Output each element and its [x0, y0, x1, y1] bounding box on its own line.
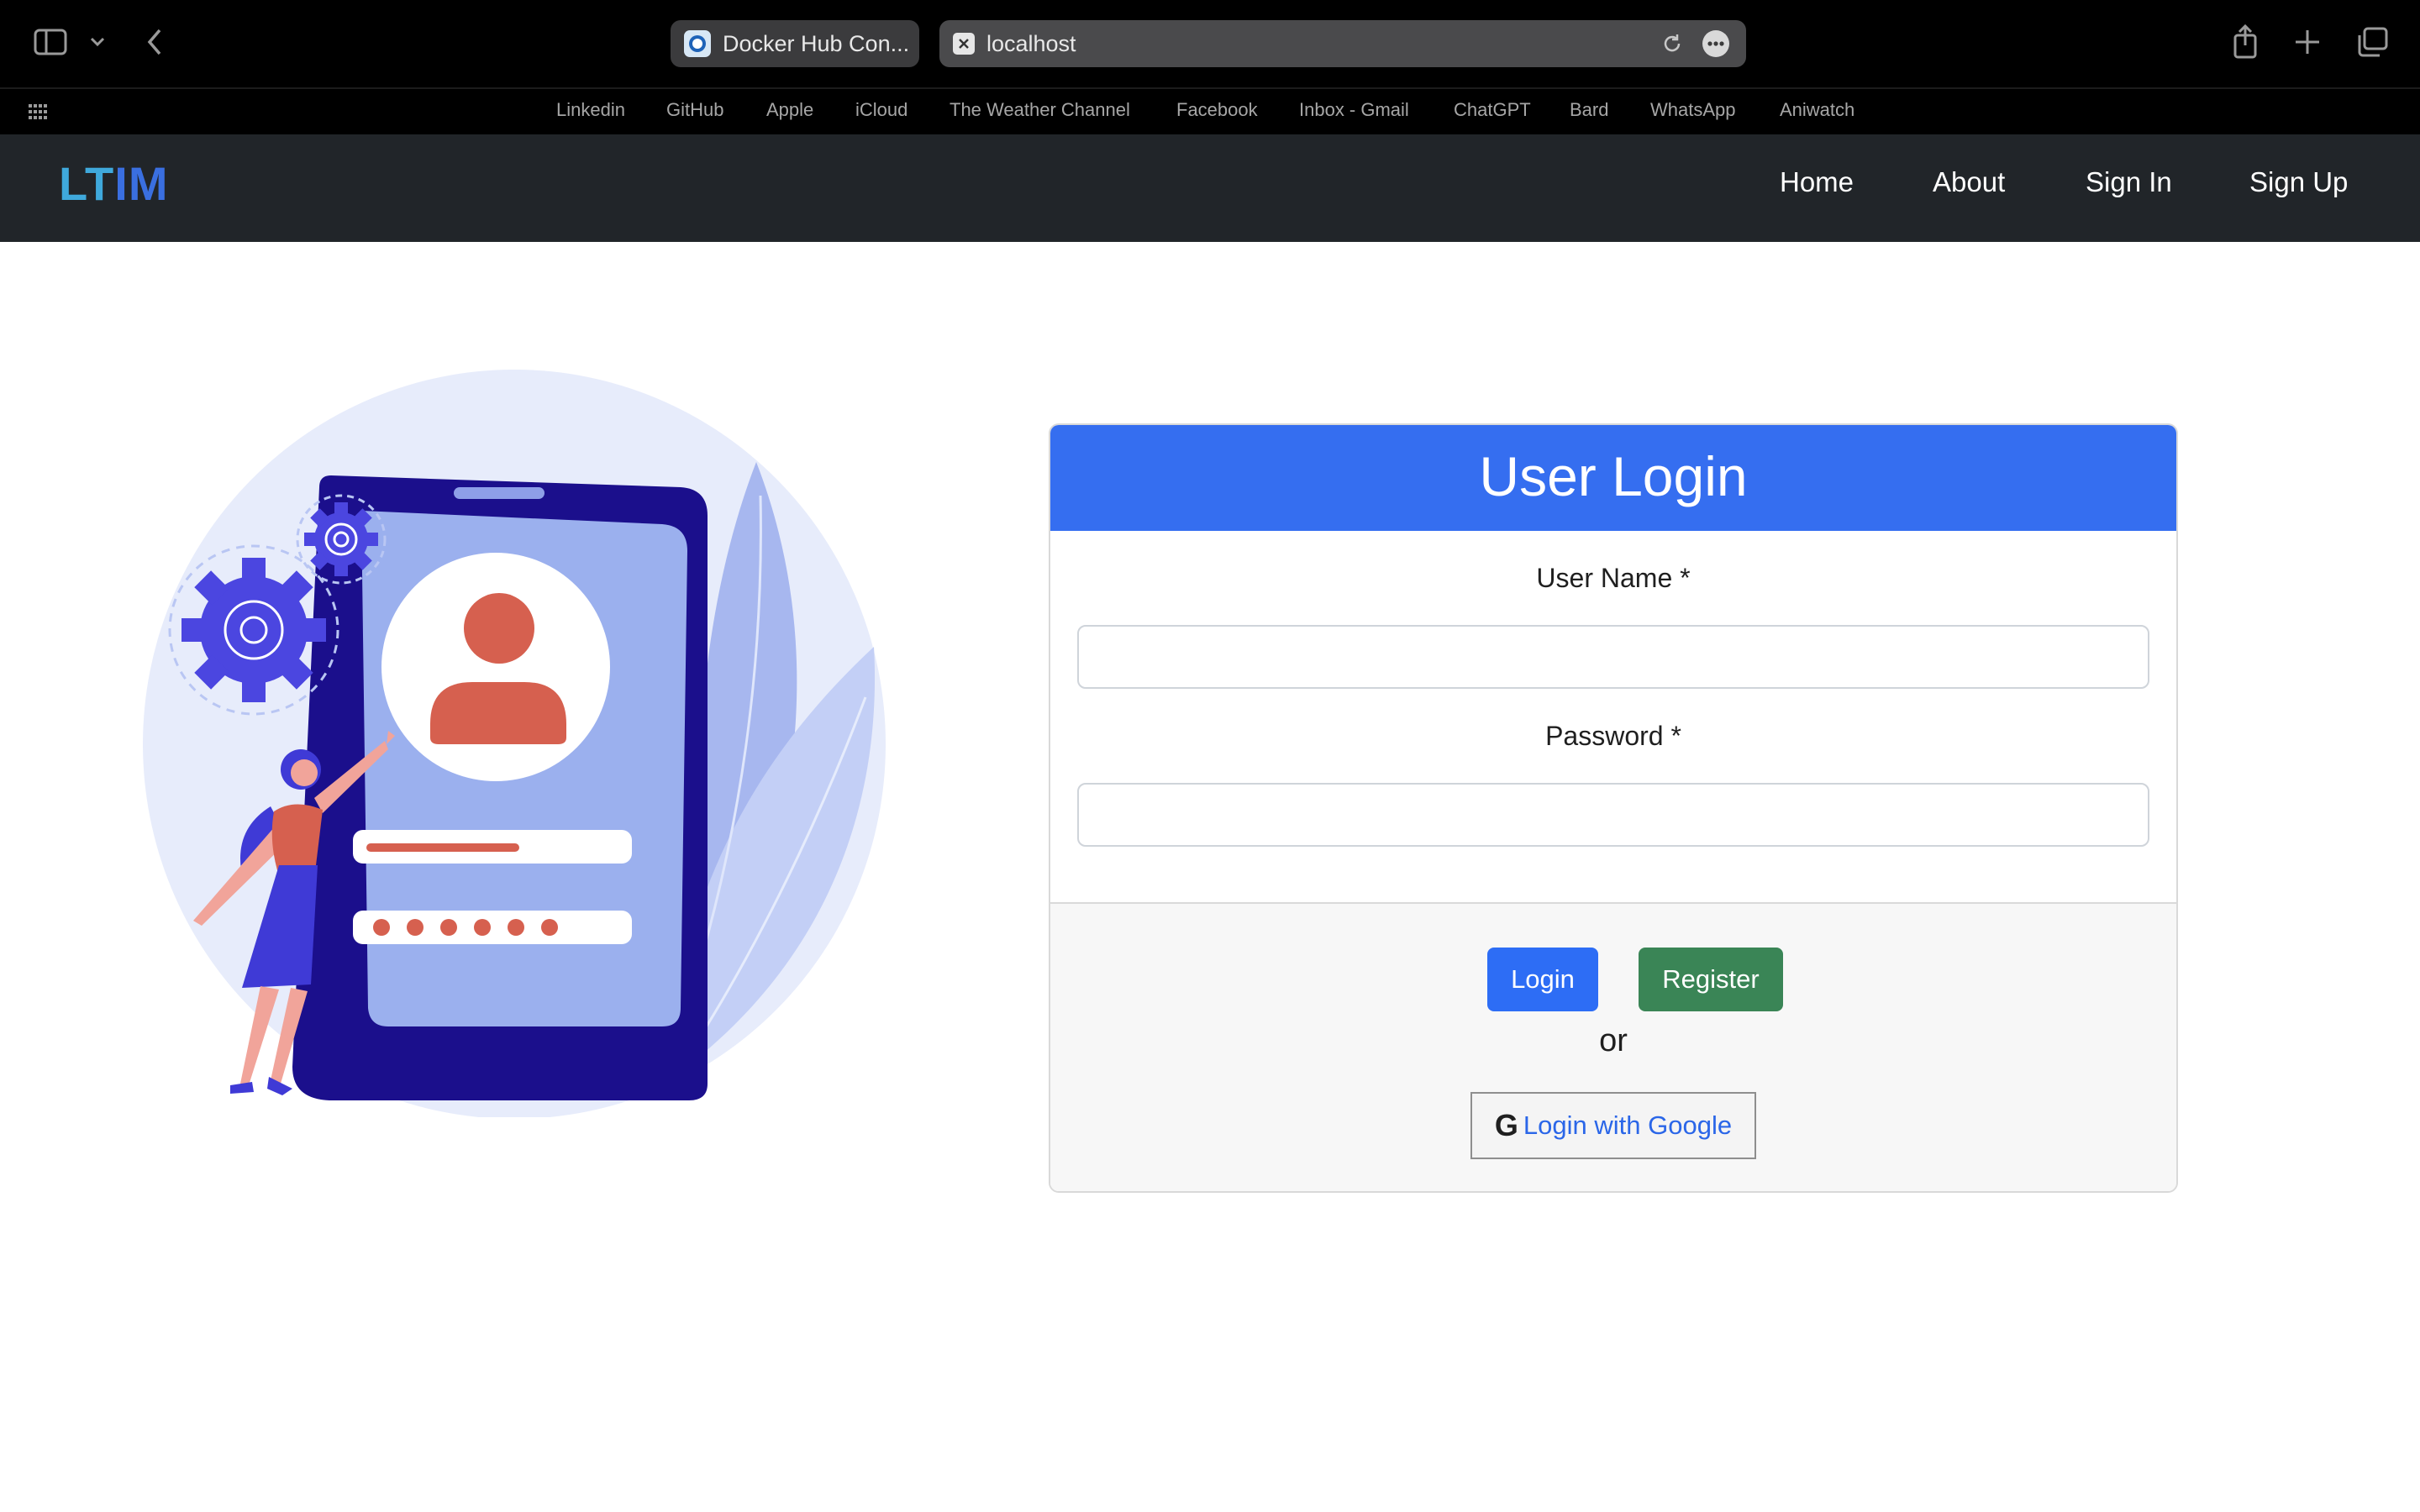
sidebar-icon[interactable]: [34, 29, 67, 55]
tab-docker-hub[interactable]: Docker Hub Con...: [671, 20, 919, 67]
login-illustration: [143, 361, 899, 1119]
brand-part-1: LT: [59, 157, 115, 210]
share-icon[interactable]: [2232, 24, 2259, 59]
or-separator: or: [1599, 1023, 1628, 1058]
register-button[interactable]: Register: [1639, 948, 1783, 1011]
bookmark-facebook[interactable]: Facebook: [1176, 99, 1258, 121]
more-icon[interactable]: [1701, 29, 1731, 59]
username-label: User Name *: [1536, 563, 1691, 593]
nav-sign-up[interactable]: Sign Up: [2249, 166, 2348, 198]
login-card-footer: Login Register or G Login with Google: [1050, 902, 2176, 1191]
site-navbar: LTIM Home About Sign In Sign Up: [0, 134, 2420, 242]
google-login-button[interactable]: G Login with Google: [1470, 1092, 1756, 1159]
username-input[interactable]: [1077, 625, 2149, 689]
brand-part-2: IM: [114, 157, 169, 210]
password-input[interactable]: [1077, 783, 2149, 847]
tab-label: localhost: [986, 30, 1076, 56]
bookmark-github[interactable]: GitHub: [666, 99, 723, 121]
bookmark-weather-channel[interactable]: The Weather Channel: [950, 99, 1130, 121]
nav-about[interactable]: About: [1933, 166, 2005, 198]
chevron-down-icon[interactable]: [87, 35, 108, 49]
password-label: Password *: [1545, 721, 1681, 751]
bookmark-aniwatch[interactable]: Aniwatch: [1780, 99, 1854, 121]
brand-logo[interactable]: LTIM: [59, 156, 168, 211]
login-button[interactable]: Login: [1487, 948, 1598, 1011]
close-tab-icon[interactable]: [953, 33, 975, 55]
bookmark-gmail[interactable]: Inbox - Gmail: [1299, 99, 1409, 121]
new-tab-icon[interactable]: [2294, 29, 2321, 55]
tab-localhost[interactable]: localhost: [939, 20, 1746, 67]
browser-toolbar: Docker Hub Con... localhost: [0, 0, 2420, 87]
back-icon[interactable]: [143, 27, 166, 57]
docker-favicon-icon: [684, 30, 711, 57]
tab-label: Docker Hub Con...: [723, 30, 910, 56]
google-icon: G: [1494, 1108, 1518, 1142]
grid-icon[interactable]: [29, 104, 49, 121]
google-login-label: Login with Google: [1523, 1110, 1733, 1140]
bookmarks-bar: Linkedin GitHub Apple iCloud The Weather…: [0, 87, 2420, 134]
tab-overview-icon[interactable]: [2356, 27, 2388, 57]
login-card: User Login User Name * Password * Login …: [1049, 423, 2178, 1193]
reload-icon[interactable]: [1659, 30, 1686, 57]
bookmark-linkedin[interactable]: Linkedin: [556, 99, 625, 121]
bookmark-bard[interactable]: Bard: [1570, 99, 1608, 121]
bookmark-icloud[interactable]: iCloud: [855, 99, 908, 121]
login-title: User Login: [1050, 425, 2176, 531]
bookmark-apple[interactable]: Apple: [766, 99, 813, 121]
bookmark-chatgpt[interactable]: ChatGPT: [1454, 99, 1531, 121]
nav-home[interactable]: Home: [1780, 166, 1854, 198]
bookmark-whatsapp[interactable]: WhatsApp: [1650, 99, 1736, 121]
nav-sign-in[interactable]: Sign In: [2086, 166, 2172, 198]
